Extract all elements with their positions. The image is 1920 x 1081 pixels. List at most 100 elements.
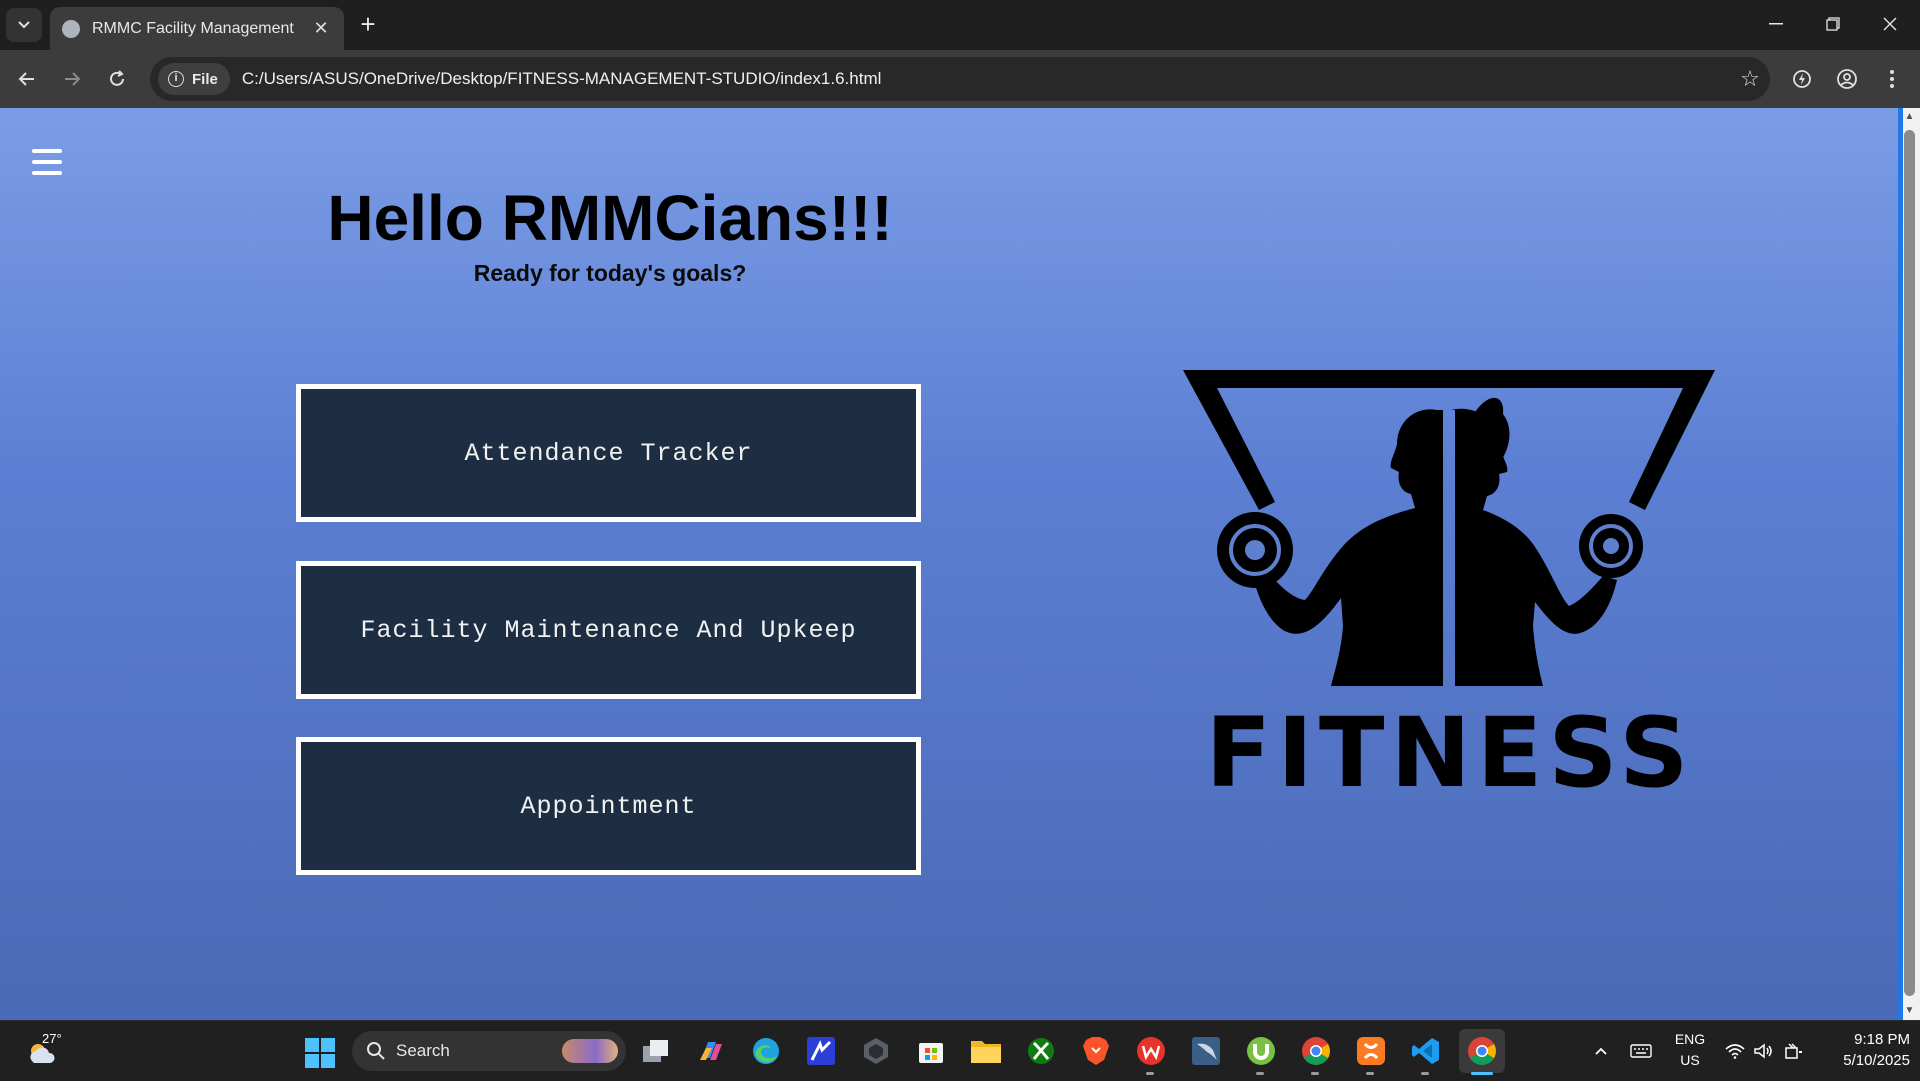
profile-icon bbox=[1837, 69, 1857, 89]
edge-icon[interactable] bbox=[749, 1034, 783, 1068]
close-tab-icon[interactable]: ✕ bbox=[310, 18, 332, 39]
file-explorer-icon[interactable] bbox=[969, 1034, 1003, 1068]
keyboard-icon bbox=[1630, 1044, 1652, 1058]
bookmark-star-icon[interactable]: ☆ bbox=[1730, 66, 1770, 92]
vscode-icon[interactable] bbox=[1409, 1034, 1443, 1068]
xampp-glyph bbox=[1357, 1037, 1385, 1065]
reload-button[interactable] bbox=[98, 60, 136, 98]
scrollbar-thumb[interactable] bbox=[1904, 130, 1915, 996]
attendance-tracker-button[interactable]: Attendance Tracker bbox=[296, 384, 921, 522]
language-indicator[interactable]: ENG US bbox=[1666, 1029, 1714, 1071]
close-window-button[interactable] bbox=[1862, 6, 1918, 42]
restore-button[interactable] bbox=[1805, 6, 1861, 42]
app-icon[interactable] bbox=[859, 1034, 893, 1068]
xbox-glyph bbox=[1028, 1038, 1054, 1064]
taskbar-search[interactable]: Search bbox=[352, 1031, 626, 1071]
battery-charging-icon bbox=[1785, 1043, 1802, 1059]
start-button[interactable] bbox=[305, 1038, 335, 1068]
windows-logo-pane bbox=[321, 1038, 335, 1052]
xampp-icon[interactable] bbox=[1354, 1034, 1388, 1068]
windows-taskbar: 27° Search ENG US 9:18 PM 5/10/2025 bbox=[0, 1020, 1920, 1080]
xbox-icon[interactable] bbox=[1024, 1034, 1058, 1068]
utorrent-glyph bbox=[1247, 1037, 1275, 1065]
system-clock[interactable]: 9:18 PM 5/10/2025 bbox=[1816, 1029, 1910, 1071]
site-info-chip[interactable]: i File bbox=[158, 63, 230, 95]
copilot-glyph bbox=[700, 1042, 722, 1060]
profile-button[interactable] bbox=[1828, 60, 1866, 98]
mysql-workbench-icon[interactable] bbox=[1189, 1034, 1223, 1068]
active-indicator bbox=[1471, 1072, 1493, 1075]
weather-temp: 27° bbox=[42, 1031, 62, 1046]
page-scrollbar[interactable]: ▲ ▼ bbox=[1898, 108, 1920, 1020]
triangle-frame bbox=[1183, 370, 1715, 510]
running-indicator bbox=[1311, 1072, 1319, 1075]
page-viewport: Hello RMMCians!!! Ready for today's goal… bbox=[0, 108, 1920, 1020]
running-indicator bbox=[1146, 1072, 1154, 1075]
chrome-glyph bbox=[1468, 1037, 1496, 1065]
facility-maintenance-button[interactable]: Facility Maintenance And Upkeep bbox=[296, 561, 921, 699]
tab-search-button[interactable] bbox=[6, 8, 42, 42]
chrome-icon[interactable] bbox=[1299, 1034, 1333, 1068]
windows-logo-pane bbox=[321, 1054, 335, 1068]
arrow-left-icon bbox=[18, 72, 34, 86]
hexagon-app-glyph bbox=[864, 1038, 888, 1064]
brave-icon[interactable] bbox=[1079, 1034, 1113, 1068]
page-subtitle: Ready for today's goals? bbox=[473, 260, 747, 286]
right-dumbbell-icon bbox=[1579, 514, 1643, 578]
scroll-up-arrow-icon[interactable]: ▲ bbox=[1904, 110, 1915, 124]
blue-app-glyph bbox=[807, 1037, 835, 1065]
new-tab-button[interactable]: + bbox=[352, 9, 384, 41]
edge-glyph bbox=[753, 1038, 779, 1064]
back-button[interactable] bbox=[8, 60, 46, 98]
dolphin-glyph bbox=[1192, 1037, 1220, 1065]
hamburger-line bbox=[32, 171, 62, 175]
brave-glyph bbox=[1083, 1037, 1109, 1065]
task-view-icon[interactable] bbox=[639, 1034, 673, 1068]
greeting-header: Hello RMMCians!!! Ready for today's goal… bbox=[250, 180, 970, 287]
wifi-status[interactable] bbox=[1722, 1021, 1748, 1081]
reload-icon bbox=[110, 70, 124, 86]
show-hidden-icons-button[interactable] bbox=[1588, 1021, 1614, 1081]
store-icon[interactable] bbox=[914, 1034, 948, 1068]
windows-logo-pane bbox=[305, 1038, 319, 1052]
region-label: US bbox=[1680, 1052, 1700, 1068]
browser-toolbar: i File C:/Users/ASUS/OneDrive/Desktop/FI… bbox=[0, 50, 1920, 108]
speaker-icon bbox=[1754, 1043, 1772, 1059]
tab-title: RMMC Facility Management bbox=[92, 19, 294, 37]
restore-icon bbox=[1826, 17, 1840, 31]
scroll-down-arrow-icon[interactable]: ▼ bbox=[1904, 1004, 1915, 1018]
volume-status[interactable] bbox=[1750, 1021, 1776, 1081]
copilot-icon[interactable] bbox=[694, 1034, 728, 1068]
search-label: Search bbox=[396, 1041, 450, 1060]
browser-tab-active[interactable]: RMMC Facility Management ✕ bbox=[50, 7, 344, 50]
vscode-glyph bbox=[1412, 1038, 1439, 1064]
store-glyph bbox=[919, 1043, 943, 1063]
chevron-down-icon bbox=[18, 21, 30, 29]
search-highlight-image bbox=[562, 1039, 618, 1063]
info-icon: i bbox=[168, 71, 184, 87]
battery-status[interactable] bbox=[1780, 1021, 1808, 1081]
keyboard-button[interactable] bbox=[1626, 1021, 1656, 1081]
weather-widget[interactable]: 27° bbox=[24, 1031, 68, 1071]
chrome-active-icon[interactable] bbox=[1459, 1029, 1505, 1073]
browser-menu-button[interactable] bbox=[1873, 60, 1911, 98]
wifi-icon bbox=[1725, 1044, 1745, 1059]
hamburger-menu-icon[interactable] bbox=[32, 149, 62, 175]
search-icon bbox=[367, 1042, 385, 1060]
utorrent-icon[interactable] bbox=[1244, 1034, 1278, 1068]
app-icon[interactable] bbox=[804, 1034, 838, 1068]
minimize-button[interactable] bbox=[1748, 6, 1804, 42]
close-icon bbox=[1883, 17, 1897, 31]
performance-icon bbox=[1793, 70, 1811, 88]
minimize-icon bbox=[1769, 23, 1783, 25]
forward-button[interactable] bbox=[53, 60, 91, 98]
url-text[interactable]: C:/Users/ASUS/OneDrive/Desktop/FITNESS-M… bbox=[242, 69, 1730, 89]
wps-icon[interactable] bbox=[1134, 1034, 1168, 1068]
running-indicator bbox=[1256, 1072, 1264, 1075]
extension-button[interactable] bbox=[1783, 60, 1821, 98]
globe-icon bbox=[62, 19, 80, 38]
wps-glyph bbox=[1137, 1037, 1165, 1065]
logo-wordmark: FITNESS bbox=[1206, 697, 1695, 809]
address-bar[interactable]: i File C:/Users/ASUS/OneDrive/Desktop/FI… bbox=[150, 57, 1770, 101]
appointment-button[interactable]: Appointment bbox=[296, 737, 921, 875]
